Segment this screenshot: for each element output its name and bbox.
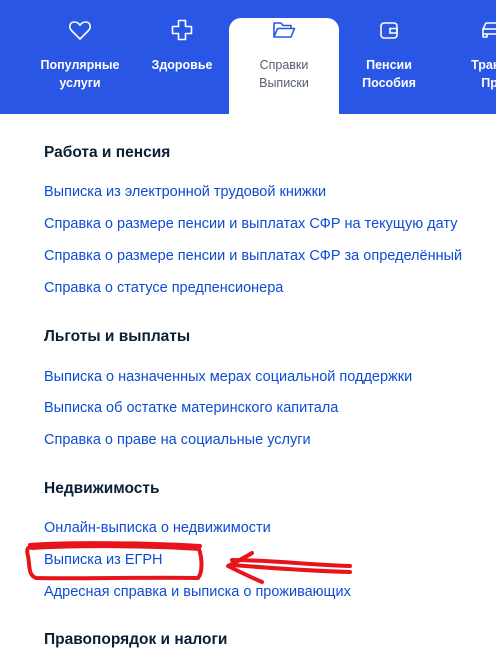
link-pre-pensioner-status[interactable]: Справка о статусе предпенсионера	[44, 280, 283, 296]
annotation-arrow	[226, 551, 352, 584]
category-label: услуги	[59, 76, 101, 90]
category-label: Трансп	[471, 58, 496, 72]
section-title-law-taxes: Правопорядок и налоги	[44, 631, 228, 648]
link-social-support-extract[interactable]: Выписка о назначенных мерах социальной п…	[44, 369, 412, 385]
category-nav: Популярные услуги Здоровье Справки Выпис…	[0, 0, 496, 114]
wallet-icon	[380, 22, 398, 39]
category-transport[interactable]: Трансп Пра	[448, 18, 496, 114]
link-pension-certificate-current[interactable]: Справка о размере пенсии и выплатах СФР …	[44, 216, 457, 232]
link-maternity-capital-balance[interactable]: Выписка об остатке материнского капитала	[44, 400, 338, 416]
link-social-services-right[interactable]: Справка о праве на социальные услуги	[44, 432, 311, 448]
car-icon	[482, 22, 496, 38]
link-address-certificate[interactable]: Адресная справка и выписка о проживающих	[44, 584, 351, 600]
category-pensions-benefits[interactable]: Пенсии Пособия	[346, 18, 432, 114]
category-label: Выписки	[259, 76, 309, 90]
heart-icon	[69, 21, 91, 40]
category-label: Пособия	[362, 76, 416, 90]
link-pension-certificate-period[interactable]: Справка о размере пенсии и выплатах СФР …	[44, 248, 462, 264]
section-title-work-pension: Работа и пенсия	[44, 144, 171, 161]
category-label: Пра	[481, 76, 496, 90]
section-title-real-estate: Недвижимость	[44, 480, 160, 497]
folder-icon	[273, 22, 296, 38]
medical-cross-icon	[171, 19, 193, 41]
category-label: Популярные	[40, 58, 120, 72]
link-employment-record-extract[interactable]: Выписка из электронной трудовой книжки	[44, 184, 326, 200]
category-health[interactable]: Здоровье	[140, 18, 224, 114]
category-popular-services[interactable]: Популярные услуги	[30, 18, 130, 114]
link-egrn-extract[interactable]: Выписка из ЕГРН	[44, 552, 163, 568]
link-online-property-extract[interactable]: Онлайн-выписка о недвижимости	[44, 520, 271, 536]
category-label: Здоровье	[151, 58, 213, 72]
category-certificates-extracts[interactable]: Справки Выписки	[229, 18, 339, 114]
category-label: Справки	[259, 58, 309, 72]
category-label: Пенсии	[366, 58, 412, 72]
section-title-benefits: Льготы и выплаты	[44, 328, 191, 345]
